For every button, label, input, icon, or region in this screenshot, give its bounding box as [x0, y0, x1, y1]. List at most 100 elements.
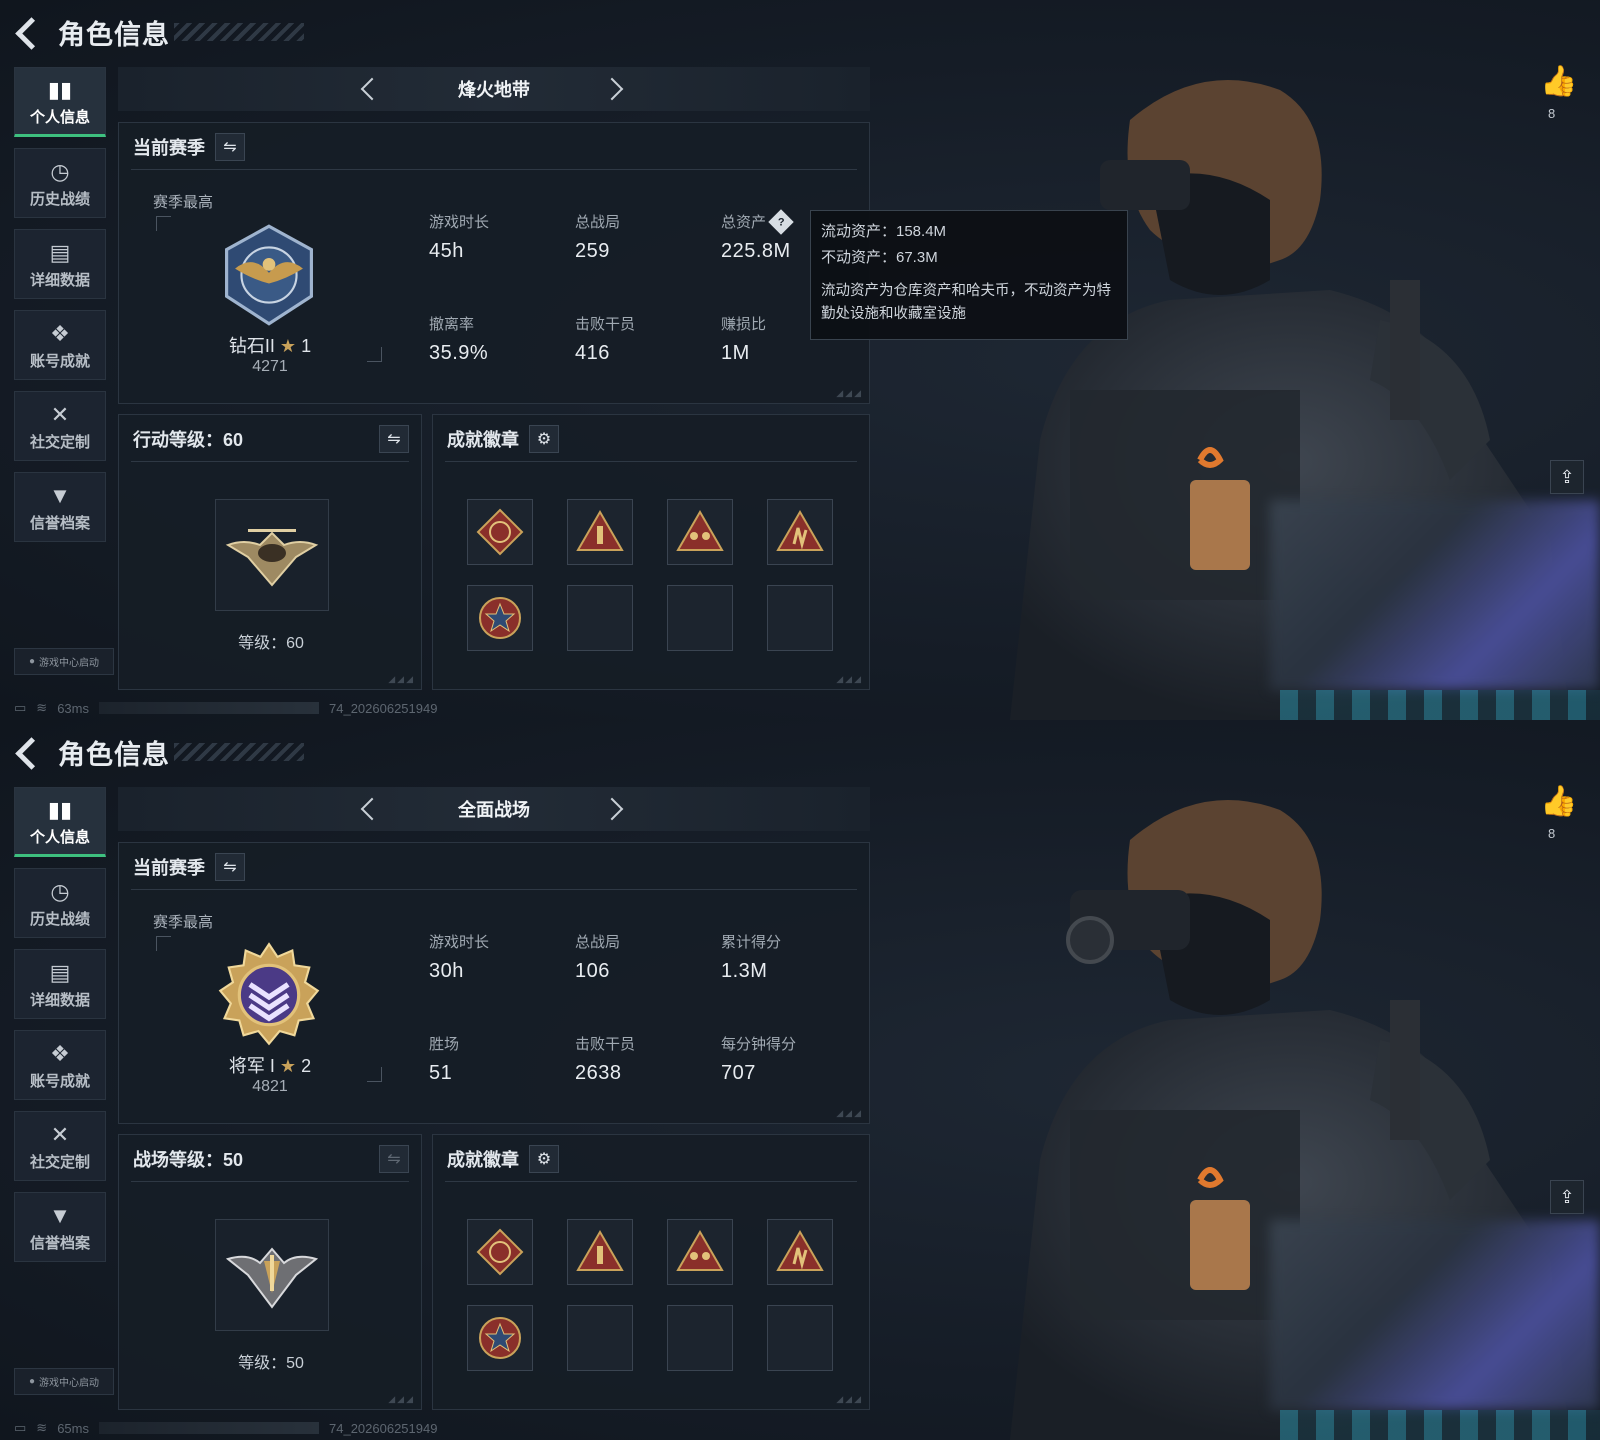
prev-mode-icon[interactable] — [358, 77, 382, 101]
stat-label: 胜场 — [429, 1036, 460, 1053]
sidebar-item-achievements[interactable]: ❖ 账号成就 — [14, 310, 106, 380]
stat-value: 106 — [575, 960, 610, 982]
status-bar: ▭ ≋ 65ms 74_202606251949 — [14, 1420, 437, 1436]
sidebar-item-label: 历史战绩 — [29, 190, 90, 208]
sidebar-item-profile[interactable]: ▮▮ 个人信息 — [14, 67, 106, 137]
title-decoration — [174, 743, 304, 761]
badge-slot[interactable] — [467, 585, 533, 651]
corner-decoration: ◢◢◢ — [388, 674, 415, 684]
team-badge-icon — [676, 1230, 724, 1271]
badge-slot[interactable] — [467, 1219, 533, 1285]
stat-value: 707 — [721, 1062, 756, 1084]
badge-slot[interactable] — [667, 1219, 733, 1285]
mode-name: 全面战场 — [458, 800, 530, 820]
folder-icon: ▤ — [49, 959, 71, 985]
rank-stars: 1 — [301, 336, 312, 356]
badge-panel: 成就徽章 ⚙ ◢◢◢ — [432, 1134, 870, 1410]
sunburst-badge-icon — [476, 508, 524, 556]
badge-slot[interactable] — [667, 499, 733, 565]
badge-slot[interactable] — [467, 1305, 533, 1371]
thumbs-up-icon[interactable]: 👍 — [1540, 784, 1577, 819]
stat-label: 游戏时长 — [429, 934, 490, 951]
sidebar-item-social[interactable]: ✕ 社交定制 — [14, 391, 106, 461]
sidebar-item-achievements[interactable]: ❖ 账号成就 — [14, 1030, 106, 1100]
sunburst-badge-icon — [476, 1228, 524, 1276]
badge-slot[interactable] — [567, 499, 633, 565]
badge-slot-empty[interactable] — [667, 1305, 733, 1371]
corner-decoration: ◢◢◢ — [388, 1394, 415, 1404]
badge-slot-empty[interactable] — [767, 1305, 833, 1371]
badge-slot-empty[interactable] — [567, 1305, 633, 1371]
next-mode-icon[interactable] — [604, 797, 628, 821]
badge-slot[interactable] — [567, 1219, 633, 1285]
badge-slot[interactable] — [467, 499, 533, 565]
stat-label: 总战局 — [575, 214, 621, 231]
next-mode-icon[interactable] — [604, 77, 628, 101]
season-panel: 当前赛季 ⇋ 赛季最高 钻石II ★ 1 4271 游戏时长 45h 总战局 2… — [118, 122, 870, 404]
back-arrow-icon[interactable] — [14, 17, 44, 47]
level-title: 战场等级：50 — [133, 1150, 244, 1170]
gear-icon[interactable]: ⚙ — [529, 425, 559, 453]
season-best-label: 赛季最高 — [153, 914, 214, 931]
general-rank-emblem-icon — [218, 942, 320, 1046]
sidebar-item-label: 账号成就 — [29, 352, 90, 370]
top-bar: 角色信息 — [14, 12, 304, 52]
floor-lights — [1280, 690, 1600, 720]
star-medal-badge-icon — [479, 597, 521, 639]
bell-icon: ● — [28, 1376, 36, 1387]
sidebar-item-credit[interactable]: ▼ 信誉档案 — [14, 472, 106, 542]
badge-slot-empty[interactable] — [567, 585, 633, 651]
season-title: 当前赛季 — [133, 138, 205, 158]
swap-icon[interactable]: ⇋ — [215, 133, 245, 161]
stat-label-row: 总资产 ? — [721, 208, 794, 235]
badge-slot-empty[interactable] — [767, 585, 833, 651]
bar-chart-icon: ▮▮ — [47, 796, 73, 822]
battery-icon: ▭ — [14, 1420, 27, 1435]
first-place-badge-icon — [576, 1230, 624, 1271]
stat-label: 击败干员 — [575, 1036, 636, 1053]
sidebar-item-credit[interactable]: ▼ 信誉档案 — [14, 1192, 106, 1262]
level-emblem — [215, 1219, 329, 1331]
stat-value: 51 — [429, 1062, 453, 1084]
rank-score: 4271 — [252, 358, 288, 375]
stat-playtime: 游戏时长 30h — [429, 931, 489, 983]
sidebar-item-label: 社交定制 — [29, 1153, 90, 1171]
share-icon[interactable]: ⇪ — [1550, 1180, 1584, 1214]
swap-icon[interactable]: ⇋ — [215, 853, 245, 881]
sidebar-item-label: 个人信息 — [29, 108, 90, 126]
stat-profit-ratio: 赚损比 1M — [721, 313, 766, 365]
stat-total-matches: 总战局 259 — [575, 211, 620, 263]
rank-tier: 钻石II — [228, 336, 275, 356]
share-icon[interactable]: ⇪ — [1550, 460, 1584, 494]
mode-name: 烽火地带 — [458, 80, 530, 100]
badge-slot[interactable] — [767, 1219, 833, 1285]
corner-decoration: ◢◢◢ — [836, 1394, 863, 1404]
sidebar-item-details[interactable]: ▤ 详细数据 — [14, 949, 106, 1019]
stat-playtime: 游戏时长 45h — [429, 211, 489, 263]
sidebar-item-history[interactable]: ◷ 历史战绩 — [14, 148, 106, 218]
swap-icon[interactable]: ⇋ — [379, 1145, 409, 1173]
floor-lights — [1280, 1410, 1600, 1440]
badge-slot[interactable] — [767, 499, 833, 565]
tools-icon: ✕ — [50, 1121, 70, 1147]
bell-icon: ● — [28, 656, 36, 667]
sidebar-item-history[interactable]: ◷ 历史战绩 — [14, 868, 106, 938]
back-arrow-icon[interactable] — [14, 737, 44, 767]
divider — [131, 169, 857, 170]
prev-mode-icon[interactable] — [358, 797, 382, 821]
help-icon[interactable]: ? — [768, 208, 794, 235]
badge-slot-empty[interactable] — [667, 585, 733, 651]
swap-icon[interactable]: ⇋ — [379, 425, 409, 453]
sidebar-item-social[interactable]: ✕ 社交定制 — [14, 1111, 106, 1181]
stat-label: 击败干员 — [575, 316, 636, 333]
sidebar-item-details[interactable]: ▤ 详细数据 — [14, 229, 106, 299]
corner-decoration: ◢◢◢ — [836, 1108, 863, 1118]
gear-icon[interactable]: ⚙ — [529, 1145, 559, 1173]
level-text: 等级：50 — [238, 1355, 304, 1372]
screen-battlefield: 角色信息 ▮▮ 个人信息 ◷ 历史战绩 ▤ 详细数据 ❖ 账号成就 ✕ 社交定制… — [0, 720, 1600, 1440]
sidebar-item-profile[interactable]: ▮▮ 个人信息 — [14, 787, 106, 857]
star-icon: ★ — [279, 336, 297, 356]
thumbs-up-icon[interactable]: 👍 — [1540, 64, 1577, 99]
shield-icon: ▼ — [49, 482, 71, 508]
page-title: 角色信息 — [58, 739, 170, 770]
